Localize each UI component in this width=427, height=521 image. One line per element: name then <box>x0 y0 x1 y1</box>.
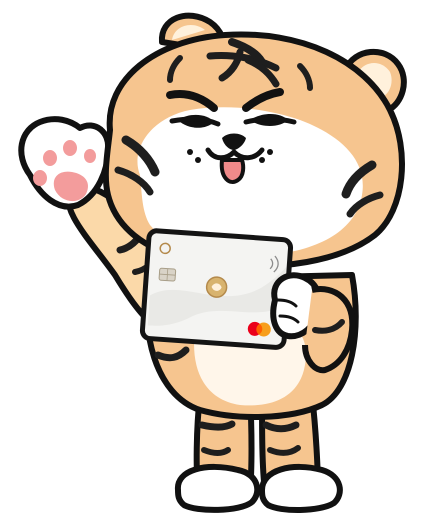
tiger-mascot-illustration <box>18 12 407 514</box>
waving-paw <box>18 116 112 210</box>
whisker-dot <box>267 149 273 155</box>
paw-pad-toe-4 <box>84 149 96 163</box>
paw-pad-toe-2 <box>43 150 57 166</box>
tongue <box>219 158 246 184</box>
tiger-head <box>102 12 407 270</box>
whisker-dot <box>195 157 201 163</box>
credit-card <box>139 228 294 350</box>
paw-pad-toe-3 <box>63 140 77 156</box>
mastercard-logo-icon <box>247 321 271 337</box>
whisker-dot <box>187 149 193 155</box>
whisker-dot <box>259 157 265 163</box>
paw-pad-toe-1 <box>33 170 47 186</box>
illustration-stage <box>0 0 427 521</box>
